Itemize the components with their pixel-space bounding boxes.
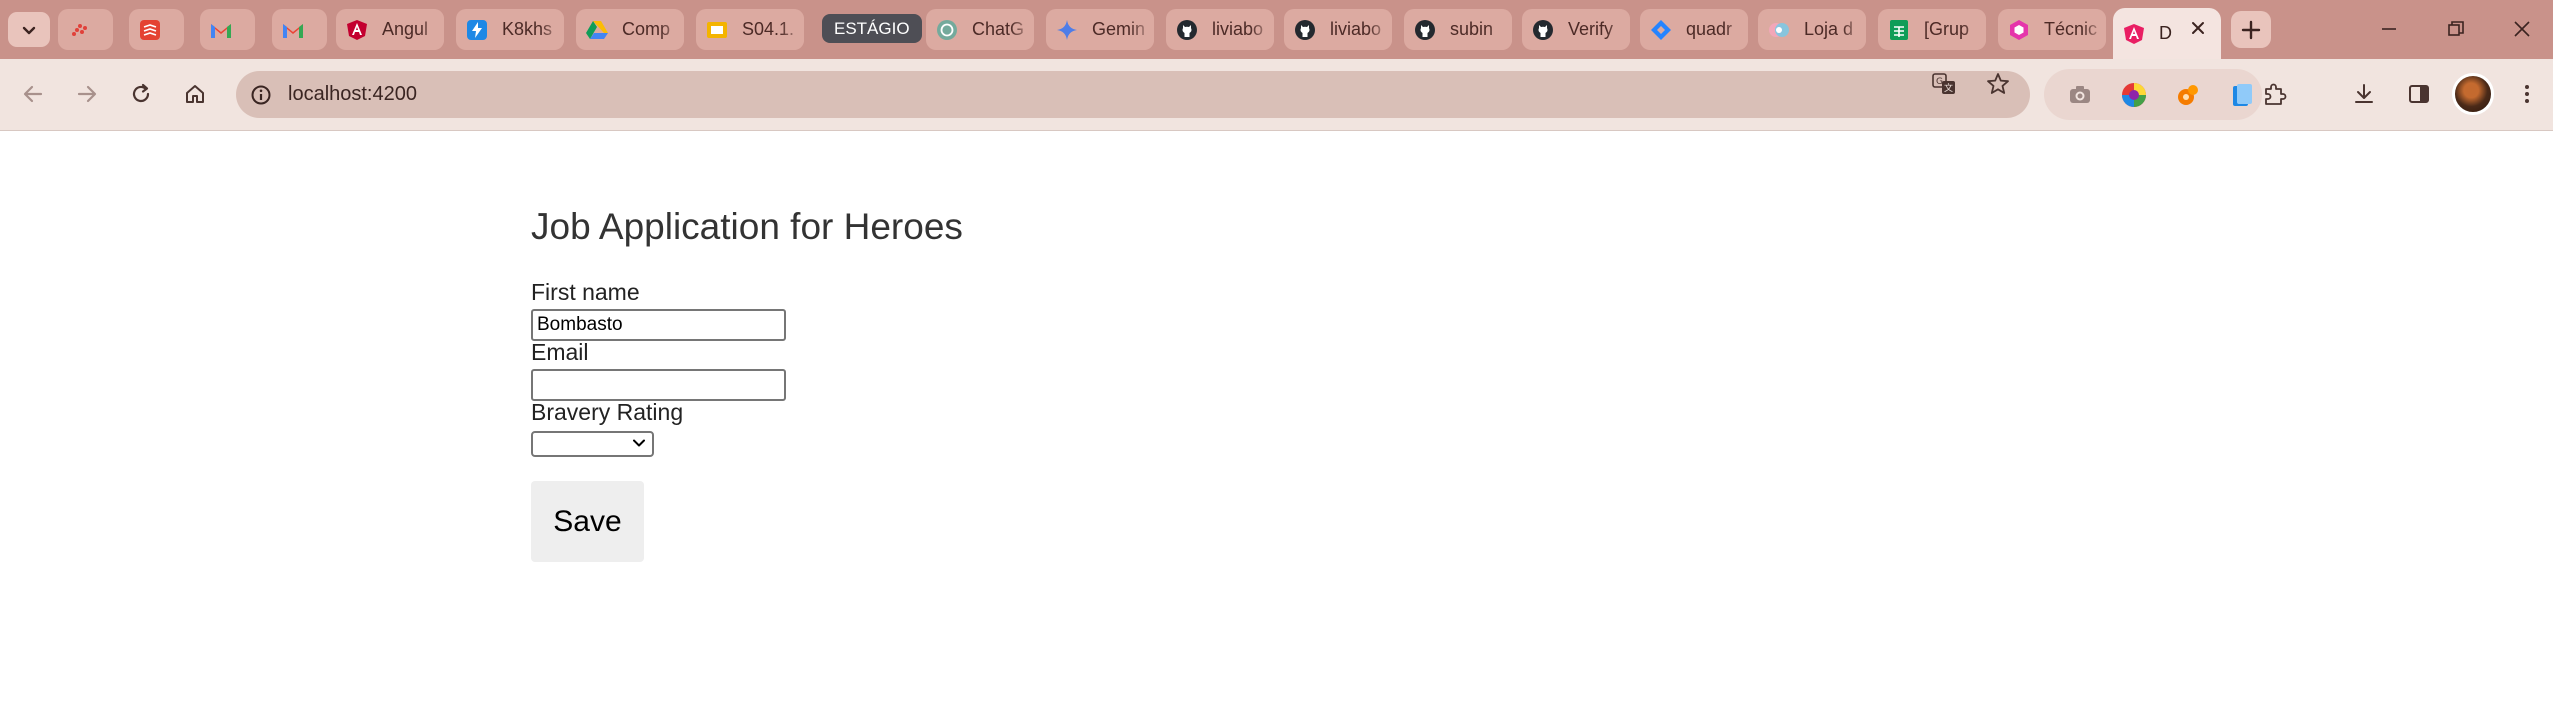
tab-group-label[interactable]: ESTÁGIO (822, 14, 922, 43)
arrow-left-icon (23, 85, 43, 103)
tab-title: subin (1450, 19, 1494, 39)
chatgpt-icon (936, 19, 958, 41)
browser-tab[interactable]: Loja d (1758, 9, 1866, 50)
page-content: Job Application for Heroes First name Em… (0, 131, 2553, 720)
extensions-puzzle-icon[interactable] (2256, 76, 2292, 112)
lightning-icon (466, 19, 488, 41)
red-dots-icon (68, 19, 90, 41)
close-icon (2514, 21, 2530, 37)
extensions-group (2044, 69, 2262, 120)
gmail-icon (282, 19, 304, 41)
tab-strip: Angul K8khs Comp S04.1. ESTÁGIO ChatG Ge… (0, 0, 2553, 59)
svg-text:G: G (1936, 77, 1943, 87)
back-button[interactable] (13, 74, 53, 114)
browser-tab[interactable]: Técnic (1998, 9, 2106, 50)
forward-button[interactable] (67, 74, 107, 114)
camera-extension-icon[interactable] (2066, 81, 2094, 109)
chevron-down-icon (633, 439, 645, 447)
minimize-button[interactable] (2361, 10, 2417, 48)
close-window-button[interactable] (2494, 10, 2550, 48)
browser-tab-active[interactable]: D (2113, 8, 2221, 59)
browser-tab[interactable]: subin (1404, 9, 1512, 50)
browser-toolbar: localhost:4200 G文 (0, 59, 2553, 131)
svg-text:文: 文 (1944, 82, 1953, 94)
color-wheel-extension-icon[interactable] (2120, 81, 2148, 109)
arrow-right-icon (77, 85, 97, 103)
todoist-icon (139, 19, 161, 41)
browser-tab[interactable] (200, 9, 255, 50)
new-tab-button[interactable] (2231, 11, 2271, 48)
email-label: Email (531, 339, 589, 365)
browser-tab[interactable]: Gemin (1046, 9, 1154, 50)
reload-icon (132, 83, 150, 103)
browser-tab[interactable] (272, 9, 327, 50)
hexagon-icon (2008, 19, 2030, 41)
github-icon (1294, 19, 1316, 41)
browser-tab[interactable]: ChatG (926, 9, 1034, 50)
slides-icon (706, 19, 728, 41)
email-input[interactable] (531, 369, 786, 401)
profile-avatar[interactable] (2452, 73, 2494, 115)
browser-tab[interactable] (129, 9, 184, 50)
download-icon[interactable] (2346, 76, 2382, 112)
browser-tab[interactable]: [Grup (1878, 9, 1986, 50)
tab-title: D (2159, 23, 2172, 43)
angular-icon (346, 19, 368, 41)
restore-button[interactable] (2428, 10, 2484, 48)
bookmark-star-icon[interactable] (1983, 69, 2013, 99)
gmail-icon (210, 19, 232, 41)
browser-tab[interactable]: liviabo (1284, 9, 1392, 50)
browser-tab[interactable]: quadr (1640, 9, 1748, 50)
browser-tab[interactable]: K8khs (456, 9, 564, 50)
site-info-icon[interactable] (246, 80, 276, 110)
browser-tab[interactable]: liviabo (1166, 9, 1274, 50)
gemini-icon (1056, 19, 1078, 41)
browser-tab[interactable]: Comp (576, 9, 684, 50)
translate-icon[interactable]: G文 (1929, 69, 1959, 99)
plus-icon (2241, 20, 2261, 39)
save-button[interactable]: Save (531, 481, 644, 562)
form-title: Job Application for Heroes (531, 206, 963, 247)
side-panel-icon[interactable] (2401, 76, 2437, 112)
chevron-down-icon (22, 26, 36, 34)
browser-tab[interactable]: Verify (1522, 9, 1630, 50)
minimize-icon (2382, 28, 2396, 30)
sheets-icon (1888, 19, 1910, 41)
browser-tab[interactable]: Angul (336, 9, 444, 50)
github-icon (1532, 19, 1554, 41)
home-icon (186, 85, 204, 103)
github-icon (1176, 19, 1198, 41)
first-name-label: First name (531, 279, 640, 305)
home-button[interactable] (175, 74, 215, 114)
url-text[interactable]: localhost:4200 (288, 83, 417, 106)
first-name-input[interactable] (531, 309, 786, 341)
browser-tab[interactable]: S04.1. (696, 9, 804, 50)
store-icon (1768, 19, 1790, 41)
address-bar[interactable]: localhost:4200 (236, 71, 2030, 118)
browser-tab[interactable] (58, 9, 113, 50)
orange-extension-icon[interactable] (2174, 81, 2202, 109)
close-tab-icon[interactable] (2187, 17, 2209, 39)
tab-search-button[interactable] (8, 12, 50, 47)
github-icon (1414, 19, 1436, 41)
kebab-menu-icon[interactable] (2509, 76, 2545, 112)
bravery-rating-label: Bravery Rating (531, 399, 684, 425)
angular-icon (2123, 23, 2145, 45)
reload-button[interactable] (121, 74, 161, 114)
google-drive-icon (586, 19, 608, 41)
clipboard-extension-icon[interactable] (2228, 81, 2256, 109)
bravery-rating-select[interactable] (531, 431, 654, 457)
jira-icon (1650, 19, 1672, 41)
restore-icon (2448, 21, 2464, 36)
